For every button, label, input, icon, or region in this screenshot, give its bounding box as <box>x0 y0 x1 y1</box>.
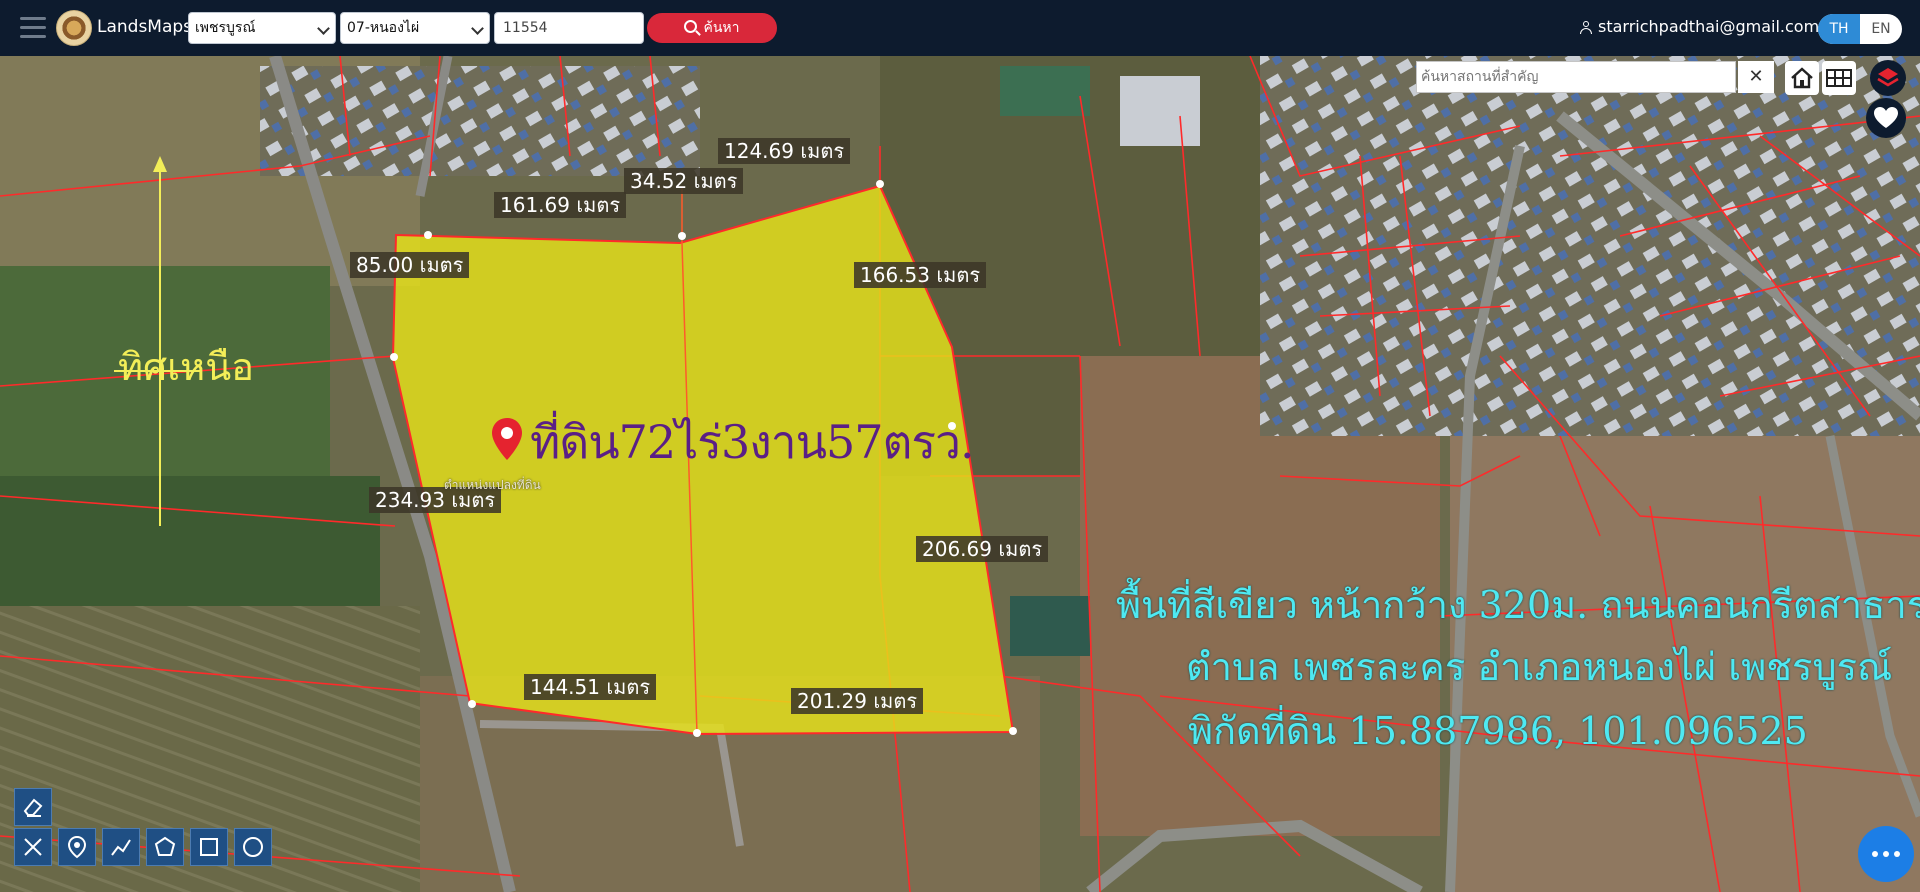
amphoe-select[interactable]: 07-หนองไผ่ <box>340 12 490 44</box>
north-label: ทิศเหนือ <box>118 345 255 389</box>
place-search-clear-button[interactable]: ✕ <box>1738 61 1774 93</box>
measure-icon <box>24 838 42 856</box>
info-line-1: พื้นที่สีเขียว หน้ากว้าง 320ม. ถนนคอนกรี… <box>1116 583 1920 627</box>
polyline-icon <box>111 839 131 856</box>
more-icon-dot <box>1894 851 1900 857</box>
search-button[interactable]: ค้นหา <box>647 13 777 43</box>
hamburger-icon[interactable] <box>20 17 46 39</box>
province-select-value: เพชรบูรณ์ <box>195 20 256 36</box>
user-menu[interactable]: starrichpadthai@gmail.com <box>1580 16 1837 38</box>
user-email: starrichpadthai@gmail.com <box>1598 17 1820 36</box>
parcel-title: ที่ดิน72ไร่3งาน57ตรว. <box>530 415 975 469</box>
chevron-down-icon <box>471 22 484 35</box>
language-toggle: TH EN <box>1818 14 1902 44</box>
polygon-tool[interactable] <box>146 828 184 866</box>
grid-button[interactable] <box>1822 61 1856 95</box>
search-icon <box>684 20 698 33</box>
place-search-input[interactable] <box>1416 61 1736 93</box>
grid-icon <box>1826 69 1852 87</box>
brand-name: LandsMaps <box>97 17 193 37</box>
parcel-number-input[interactable] <box>494 12 644 44</box>
dimension-label: 144.51 เมตร <box>524 674 657 700</box>
search-button-label: ค้นหา <box>703 20 740 36</box>
rectangle-tool[interactable] <box>190 828 228 866</box>
amphoe-select-value: 07-หนองไผ่ <box>347 20 420 36</box>
favorite-button[interactable] <box>1866 98 1906 138</box>
dimension-label: 201.29 เมตร <box>791 688 924 714</box>
layers-button[interactable] <box>1870 60 1906 96</box>
dimension-label: 124.69 เมตร <box>718 138 851 164</box>
province-select[interactable]: เพชรบูรณ์ <box>188 12 336 44</box>
dimension-label: 34.52 เมตร <box>624 168 744 194</box>
top-navbar: LandsMaps เพชรบูรณ์ 07-หนองไผ่ ค้นหา sta… <box>0 0 1920 56</box>
parcel-location-label: ตำแหน่งแปลงที่ดิน <box>444 478 541 492</box>
lang-en-button[interactable]: EN <box>1860 14 1902 44</box>
dimension-label: 166.53 เมตร <box>854 262 987 288</box>
lang-th-button[interactable]: TH <box>1818 14 1860 44</box>
info-line-2: ตำบล เพชรละคร อำเภอหนองไผ่ เพชรบูรณ์ <box>1186 645 1893 689</box>
user-icon <box>1580 21 1592 34</box>
more-icon-dot <box>1883 851 1889 857</box>
home-icon <box>1791 67 1813 89</box>
circle-icon <box>243 837 263 857</box>
more-icon <box>1872 851 1878 857</box>
circle-tool[interactable] <box>234 828 272 866</box>
layers-icon <box>1877 68 1899 87</box>
home-button[interactable] <box>1785 61 1819 95</box>
heart-icon <box>1874 107 1898 128</box>
eraser-icon <box>23 798 43 817</box>
marker-icon <box>67 835 87 859</box>
dimension-label: 206.69 เมตร <box>916 536 1049 562</box>
eraser-tool[interactable] <box>14 788 52 826</box>
polygon-icon <box>154 836 176 856</box>
measure-tool[interactable] <box>14 828 52 866</box>
satellite-map[interactable]: 124.69 เมตร 34.52 เมตร 161.69 เมตร 85.00… <box>0 56 1920 892</box>
rectangle-icon <box>200 838 218 856</box>
polyline-tool[interactable] <box>102 828 140 866</box>
landsmaps-logo[interactable] <box>56 10 92 46</box>
marker-tool[interactable] <box>58 828 96 866</box>
dimension-label: 85.00 เมตร <box>350 252 470 278</box>
location-pin-icon[interactable] <box>490 416 524 462</box>
more-options-button[interactable] <box>1858 826 1914 882</box>
chevron-down-icon <box>317 22 330 35</box>
info-line-3: พิกัดที่ดิน 15.887986, 101.096525 <box>1188 709 1808 753</box>
dimension-label: 161.69 เมตร <box>494 192 627 218</box>
